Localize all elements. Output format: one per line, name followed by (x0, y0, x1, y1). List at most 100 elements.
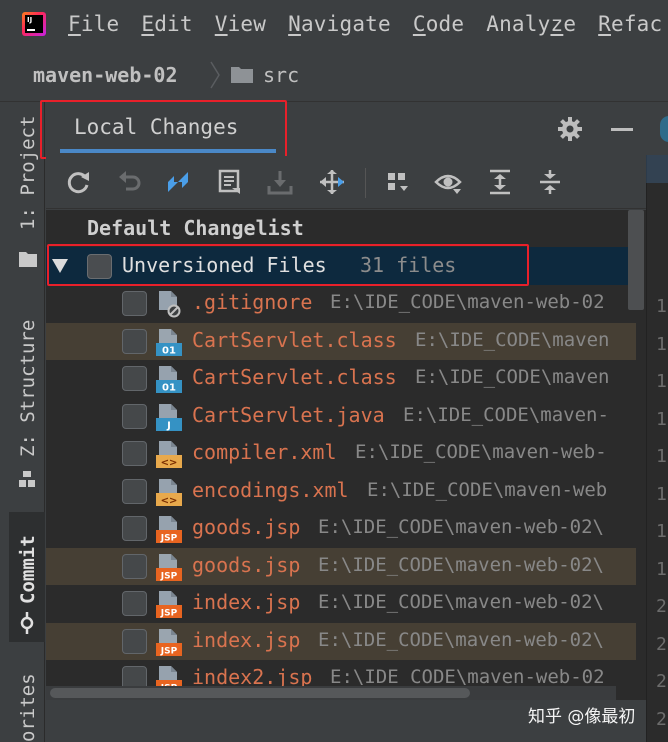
svg-text:JSP: JSP (160, 646, 178, 656)
intellij-logo-icon[interactable]: IJ (22, 12, 46, 36)
file-row[interactable]: JSP goods.jsp E:\IDE_CODE\maven-web-02\ (46, 547, 636, 585)
svg-text:JSP: JSP (160, 571, 178, 581)
toolbar-separator (365, 168, 366, 198)
file-row[interactable]: J CartServlet.java E:\IDE_CODE\maven- (46, 398, 636, 435)
file-path: E:\IDE_CODE\maven-web (367, 478, 608, 501)
rollback-icon[interactable] (116, 168, 144, 196)
tool-window-stripe: 1: Project Z: Structure Commit orites (9, 102, 45, 742)
file-name: .gitignore (192, 290, 313, 314)
stripe-favorites-label: orites (17, 673, 39, 742)
folder-icon (231, 67, 253, 83)
line-number: 2 (656, 671, 667, 692)
stripe-commit[interactable]: Commit (9, 512, 45, 642)
file-checkbox[interactable] (122, 441, 147, 466)
changelist-header[interactable]: Default Changelist (87, 216, 304, 240)
breadcrumb-folder[interactable]: src (263, 63, 299, 87)
menu-item[interactable]: View (215, 12, 266, 36)
file-checkbox[interactable] (122, 478, 147, 504)
line-number: 2 (656, 596, 667, 617)
menu-item[interactable]: Refac (598, 12, 662, 36)
file-path: E:\IDE_CODE\maven-web-02 (330, 291, 605, 313)
file-path: E:\IDE_CODE\maven (415, 366, 610, 388)
stripe-structure-label: Z: Structure (17, 319, 39, 457)
svg-text:01: 01 (162, 383, 176, 394)
menu-item[interactable]: Code (413, 12, 464, 36)
logo-text: IJ (27, 16, 33, 24)
class-file-icon: 01 (156, 366, 182, 394)
file-path: E:\IDE_CODE\maven-web-02 (330, 666, 605, 688)
file-path: E:\IDE_CODE\maven-web-02\ (318, 591, 604, 613)
file-row[interactable]: JSP index.jsp E:\IDE_CODE\maven-web-02\ (46, 622, 636, 660)
file-path: E:\IDE_CODE\maven-web-02\ (318, 516, 604, 538)
shelve-icon[interactable] (266, 168, 294, 196)
file-checkbox[interactable] (122, 366, 147, 391)
xml-file-icon: <> (156, 441, 182, 468)
minimize-icon[interactable] (611, 128, 633, 131)
line-number: 1 (656, 408, 667, 430)
commit-message-history-icon[interactable] (216, 168, 244, 196)
xml-file-icon: <> (156, 478, 182, 506)
file-row[interactable]: JSP index.jsp E:\IDE_CODE\maven-web-02\ (46, 585, 636, 622)
jsp-file-icon: JSP (156, 553, 182, 581)
menu-item[interactable]: File (68, 12, 119, 36)
menu-item[interactable]: Analyze (486, 12, 576, 36)
file-path: E:\IDE_CODE\maven-web- (355, 441, 607, 463)
file-name: encodings.xml (192, 477, 349, 502)
line-number: 1 (656, 296, 667, 317)
collapse-all-icon[interactable] (536, 168, 564, 196)
show-diff-icon[interactable] (164, 168, 192, 196)
stripe-structure[interactable]: Z: Structure (9, 302, 45, 497)
line-number: 1 (656, 446, 667, 467)
file-name: goods.jsp (192, 515, 301, 539)
svg-text:JSP: JSP (160, 609, 178, 619)
line-number: 1 (656, 333, 667, 355)
file-row[interactable]: <> compiler.xml E:\IDE_CODE\maven-web- (46, 435, 636, 472)
file-row[interactable]: .gitignore E:\IDE_CODE\maven-web-02 (46, 285, 636, 322)
file-row[interactable]: 01 CartServlet.class E:\IDE_CODE\maven (46, 360, 636, 397)
menu-item[interactable]: Navigate (288, 12, 391, 36)
breadcrumb-separator-icon (210, 61, 220, 89)
jsp-file-icon: JSP (156, 628, 182, 656)
file-checkbox[interactable] (122, 328, 147, 354)
file-row[interactable]: <> encodings.xml E:\IDE_CODE\maven-web (46, 473, 636, 510)
refresh-icon[interactable] (64, 168, 92, 196)
eye-icon[interactable] (434, 168, 462, 196)
file-name: CartServlet.class (192, 365, 397, 389)
vertical-scrollbar[interactable] (628, 210, 644, 310)
file-name: index.jsp (192, 590, 301, 614)
file-checkbox[interactable] (122, 291, 147, 316)
file-checkbox[interactable] (122, 591, 147, 616)
watermark: 知乎 @像最初 (528, 707, 636, 727)
file-checkbox[interactable] (122, 403, 147, 429)
file-checkbox[interactable] (122, 516, 147, 541)
group-by-icon[interactable] (318, 168, 346, 196)
changes-toolbar (46, 156, 646, 209)
file-row[interactable]: 01 CartServlet.class E:\IDE_CODE\maven (46, 322, 636, 360)
horizontal-scrollbar-thumb[interactable] (50, 688, 470, 698)
menu-bar: IJ File Edit View Navigate Code Analyze Refac (0, 0, 668, 50)
file-path: E:\IDE_CODE\maven-web-02\ (318, 628, 604, 651)
navigation-bar: maven-web-02 src (0, 50, 668, 102)
menu-item[interactable]: Edit (141, 12, 192, 36)
structure-icon (19, 471, 35, 487)
horizontal-scrollbar[interactable] (46, 686, 616, 700)
stripe-project-label: 1: Project (17, 115, 39, 230)
editor-tab-icon[interactable] (660, 116, 668, 142)
breadcrumb-project[interactable]: maven-web-02 (33, 63, 178, 87)
stripe-favorites[interactable]: orites (9, 662, 45, 742)
file-checkbox[interactable] (122, 553, 147, 579)
commit-icon (20, 612, 34, 634)
layout-grid-icon[interactable] (384, 168, 412, 196)
line-number: 1 (656, 371, 667, 392)
ignore-file-icon (159, 291, 181, 318)
expand-all-icon[interactable] (486, 168, 514, 196)
gear-icon[interactable] (557, 116, 583, 142)
svg-text:<>: <> (161, 495, 178, 506)
annotation-highlight-tab (40, 100, 287, 159)
editor-tab-highlight (646, 155, 668, 183)
file-checkbox[interactable] (122, 628, 147, 654)
file-name: goods.jsp (192, 552, 301, 577)
file-name: CartServlet.class (192, 327, 397, 352)
file-row[interactable]: JSP goods.jsp E:\IDE_CODE\maven-web-02\ (46, 510, 636, 547)
file-name: index.jsp (192, 627, 301, 652)
